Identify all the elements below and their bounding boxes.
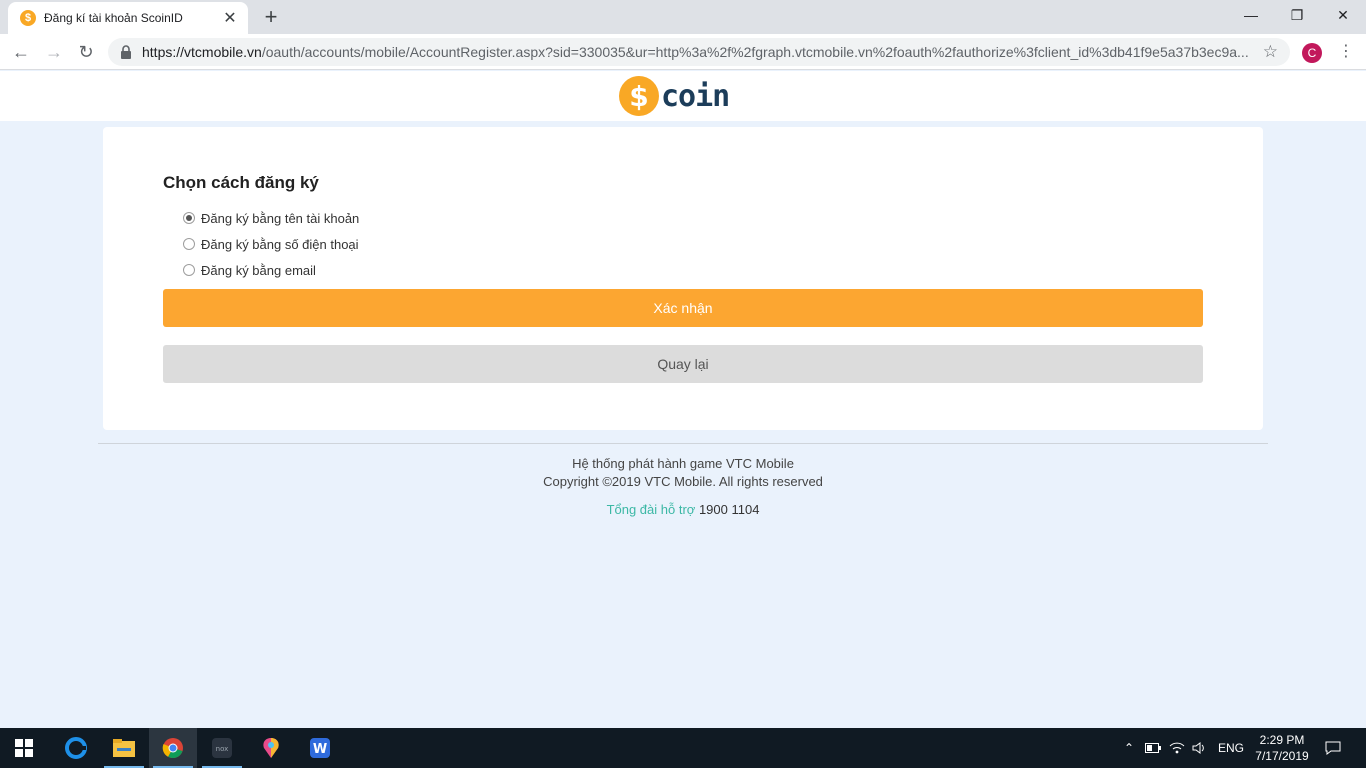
notifications-icon[interactable]	[1322, 728, 1344, 768]
footer-copyright: Copyright ©2019 VTC Mobile. All rights r…	[543, 474, 823, 489]
radio-phone[interactable]	[183, 238, 195, 250]
footer-publisher: Hệ thống phát hành game VTC Mobile	[572, 456, 794, 471]
paint-3d-icon[interactable]	[247, 728, 295, 768]
coin-icon: $	[619, 76, 659, 116]
wps-office-icon[interactable]: W	[296, 728, 344, 768]
chrome-icon[interactable]	[149, 728, 197, 768]
language-indicator[interactable]: ENG	[1214, 728, 1248, 768]
windows-start-icon[interactable]	[0, 728, 48, 768]
minimize-icon[interactable]: —	[1228, 0, 1274, 30]
support-link[interactable]: Tổng đài hỗ trợ	[607, 502, 696, 517]
wifi-icon[interactable]	[1168, 728, 1186, 768]
menu-kebab-icon[interactable]: ⋮	[1338, 40, 1354, 64]
battery-icon[interactable]	[1144, 728, 1162, 768]
browser-tab-strip: $ Đăng kí tài khoản ScoinID ✕ + — ❐ ✕	[0, 0, 1366, 34]
profile-avatar[interactable]: C	[1302, 43, 1322, 63]
restore-window-icon[interactable]: ❐	[1274, 0, 1320, 30]
scoin-favicon-icon: $	[20, 10, 36, 26]
taskbar-clock[interactable]: 2:29 PM 7/17/2019	[1250, 732, 1314, 764]
option-label: Đăng ký bằng email	[201, 262, 316, 278]
lock-icon	[121, 45, 131, 59]
option-label: Đăng ký bằng tên tài khoản	[201, 210, 360, 226]
edge-browser-icon[interactable]	[52, 728, 100, 768]
url-text: https://vtcmobile.vn/oauth/accounts/mobi…	[142, 44, 1249, 60]
file-explorer-icon[interactable]	[100, 728, 148, 768]
browser-toolbar: ← → ↻ https://vtcmobile.vn/oauth/account…	[0, 34, 1366, 70]
clock-date: 7/17/2019	[1255, 749, 1309, 763]
forward-arrow-icon[interactable]: →	[40, 38, 68, 66]
logo-text: coin	[661, 78, 730, 114]
register-card: Chọn cách đăng ký Đăng ký bằng tên tài k…	[103, 127, 1263, 430]
scoin-logo[interactable]: $ coin	[619, 75, 730, 117]
tray-chevron-up-icon[interactable]: ⌃	[1120, 728, 1138, 768]
close-window-icon[interactable]: ✕	[1320, 0, 1366, 30]
nox-player-icon[interactable]: nox	[198, 728, 246, 768]
radio-username[interactable]	[183, 212, 195, 224]
page-title: Chọn cách đăng ký	[163, 173, 319, 192]
option-label: Đăng ký bằng số điện thoại	[201, 236, 359, 252]
back-arrow-icon[interactable]: ←	[7, 38, 35, 66]
footer-divider	[98, 443, 1268, 444]
confirm-button[interactable]: Xác nhận	[163, 289, 1203, 327]
clock-time: 2:29 PM	[1259, 733, 1305, 747]
browser-tab[interactable]: $ Đăng kí tài khoản ScoinID ✕	[8, 2, 248, 34]
support-number: 1900 1104	[698, 502, 760, 517]
option-email[interactable]: Đăng ký bằng email	[183, 260, 316, 280]
volume-icon[interactable]	[1191, 728, 1209, 768]
reload-icon[interactable]: ↻	[72, 38, 100, 66]
address-bar[interactable]: https://vtcmobile.vn/oauth/accounts/mobi…	[108, 38, 1290, 66]
new-tab-plus-icon[interactable]: +	[258, 4, 284, 30]
bookmark-star-icon[interactable]: ☆	[1263, 42, 1278, 62]
svg-text:nox: nox	[216, 745, 229, 753]
option-phone[interactable]: Đăng ký bằng số điện thoại	[183, 234, 359, 254]
windows-taskbar: nox W ⌃ ENG 2:29 PM 7/17/2019	[0, 728, 1366, 768]
close-tab-icon[interactable]: ✕	[222, 8, 238, 28]
site-header: $ coin	[0, 71, 1366, 121]
svg-text:W: W	[313, 742, 327, 757]
footer-support: Tổng đài hỗ trợ 1900 1104	[0, 502, 1366, 517]
radio-email[interactable]	[183, 264, 195, 276]
option-username[interactable]: Đăng ký bằng tên tài khoản	[183, 208, 359, 228]
tab-title: Đăng kí tài khoản ScoinID	[44, 11, 183, 25]
back-button[interactable]: Quay lại	[163, 345, 1203, 383]
